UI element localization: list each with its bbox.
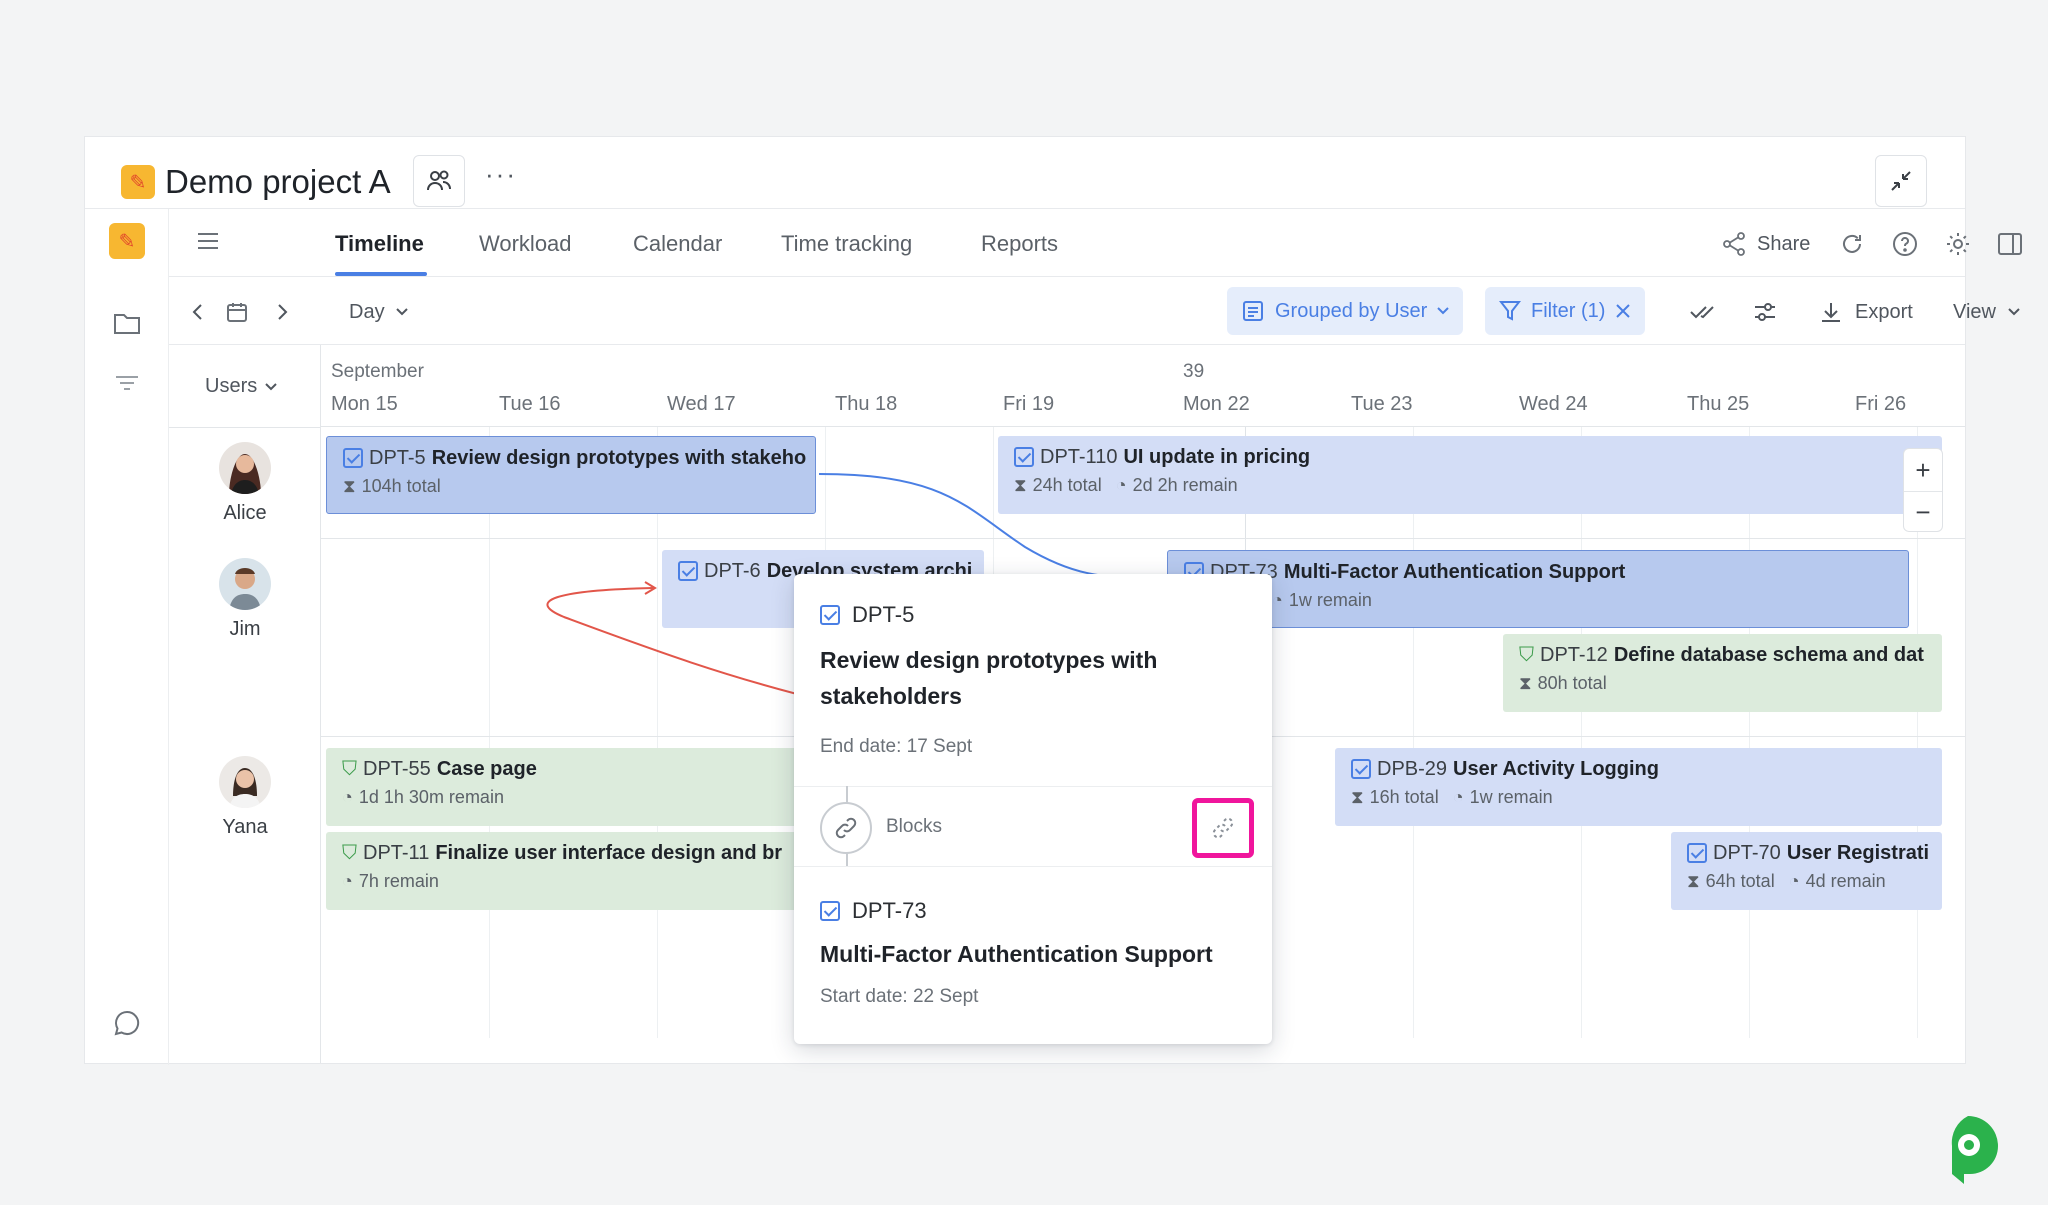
- unlink-button[interactable]: [1192, 798, 1254, 858]
- popover-source-task[interactable]: DPT-5 Review design prototypes with stak…: [820, 602, 1246, 758]
- task-title: User Activity Logging: [1453, 758, 1659, 780]
- task-key: DPT-70: [1713, 842, 1781, 864]
- task-check-icon: [820, 901, 840, 921]
- end-date: End date: 17 Sept: [820, 736, 973, 757]
- popover-target-task[interactable]: DPT-73 Multi-Factor Authentication Suppo…: [820, 898, 1246, 1008]
- side-panel-icon[interactable]: [1997, 229, 2023, 259]
- task-bar-dpt-110[interactable]: DPT-110 UI update in pricing ⧗ 24h total ◔ 2…: [998, 436, 1942, 514]
- clock-icon: ◔: [1272, 590, 1283, 610]
- clock-icon: ◔: [1788, 871, 1800, 891]
- task-check-icon: [1351, 759, 1371, 779]
- start-date: Start date: 22 Sept: [820, 986, 979, 1007]
- clock-icon: ◔: [342, 787, 353, 807]
- task-key: DPT-6: [704, 560, 761, 582]
- task-key: DPT-110: [1040, 446, 1118, 468]
- task-title: User Registrati: [1786, 842, 1930, 864]
- task-bar-dpt-70[interactable]: DPT-70 User Registrati ⧗ 64h total ◔ 4d rema…: [1671, 832, 1942, 910]
- task-check-icon: [820, 605, 840, 625]
- task-key: DPB-29: [1377, 758, 1448, 780]
- task-title: Define database schema and dat: [1613, 644, 1924, 666]
- bookmark-icon: ⛉: [342, 758, 357, 780]
- bookmark-icon: ⛉: [1519, 644, 1534, 666]
- task-bar-dpt-12[interactable]: ⛉ DPT-12 Define database schema and dat ⧗ 8…: [1503, 634, 1942, 712]
- task-title: Review design prototypes with stakeho: [431, 447, 807, 469]
- zoom-in-button[interactable]: +: [1904, 449, 1942, 491]
- task-key: DPT-5: [852, 602, 915, 627]
- task-key: DPT-11: [363, 842, 430, 864]
- task-bar-dpb-29[interactable]: DPB-29 User Activity Logging ⧗ 16h total ◔ 1…: [1335, 748, 1942, 826]
- task-bar-dpt-73[interactable]: DPT-73 Multi-Factor Authentication Suppor…: [1167, 550, 1909, 628]
- relation-label: Blocks: [886, 816, 942, 837]
- zoom-control: + −: [1903, 448, 1943, 532]
- hourglass-icon: ⧗: [343, 476, 356, 496]
- task-title: Review design prototypes with stakeholde…: [820, 647, 1158, 709]
- task-total: 80h total: [1537, 673, 1607, 693]
- task-remain: 2d 2h remain: [1132, 475, 1238, 495]
- chevron-down-icon: [2008, 308, 2020, 316]
- task-remain: 1d 1h 30m remain: [358, 787, 504, 807]
- task-key: DPT-5: [369, 447, 426, 469]
- hourglass-icon: ⧗: [1687, 871, 1700, 891]
- divider: [794, 866, 1272, 867]
- hourglass-icon: ⧗: [1014, 475, 1027, 495]
- brand-logo-icon: [1951, 1116, 1998, 1184]
- task-key: DPT-12: [1540, 644, 1608, 666]
- task-total: 16h total: [1369, 787, 1439, 807]
- task-key: DPT-55: [363, 758, 431, 780]
- task-remain: 1w remain: [1288, 590, 1372, 610]
- hourglass-icon: ⧗: [1519, 673, 1532, 693]
- task-remain: 7h remain: [358, 871, 439, 891]
- link-icon: [820, 802, 872, 854]
- hourglass-icon: ⧗: [1351, 787, 1364, 807]
- task-title: UI update in pricing: [1123, 446, 1311, 468]
- clock-icon: ◔: [1115, 475, 1127, 495]
- zoom-out-button[interactable]: −: [1904, 491, 1942, 533]
- divider: [794, 786, 1272, 787]
- task-check-icon: [343, 448, 363, 468]
- task-check-icon: [1687, 843, 1707, 863]
- bookmark-icon: ⛉: [342, 842, 357, 864]
- task-check-icon: [678, 561, 698, 581]
- clock-icon: ◔: [1452, 787, 1464, 807]
- unlink-icon: [1212, 817, 1234, 839]
- task-total: 104h total: [361, 476, 441, 496]
- task-title: Case page: [436, 758, 537, 780]
- task-title: Multi-Factor Authentication Support: [820, 941, 1213, 967]
- task-key: DPT-73: [852, 898, 927, 923]
- task-total: 64h total: [1705, 871, 1775, 891]
- task-remain: 1w remain: [1469, 787, 1553, 807]
- task-title: Finalize user interface design and br: [435, 842, 783, 864]
- dependency-popover: DPT-5 Review design prototypes with stak…: [794, 574, 1272, 1044]
- task-remain: 4d remain: [1805, 871, 1886, 891]
- task-title: Multi-Factor Authentication Support: [1283, 561, 1626, 583]
- task-total: 24h total: [1032, 475, 1102, 495]
- task-bar-dpt-5[interactable]: DPT-5 Review design prototypes with stake…: [326, 436, 816, 514]
- task-check-icon: [1014, 447, 1034, 467]
- clock-icon: ◔: [342, 871, 353, 891]
